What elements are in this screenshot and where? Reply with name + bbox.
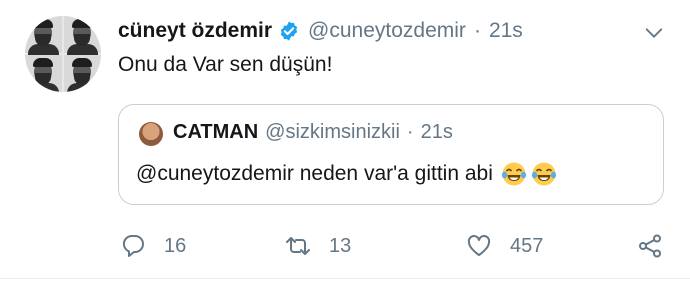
avatar-photo-quadrant xyxy=(64,16,101,56)
tweet[interactable]: cüneyt özdemir @cuneytozdemir · 21s Onu … xyxy=(0,0,690,282)
like-button[interactable]: 457 xyxy=(466,226,543,266)
quoted-author-avatar[interactable] xyxy=(139,122,163,146)
reply-count: 16 xyxy=(164,234,187,257)
retweet-button[interactable]: 13 xyxy=(285,226,351,266)
quoted-author-handle: @sizkimsinizkii xyxy=(265,121,400,143)
share-button[interactable] xyxy=(637,226,663,266)
quoted-tweet[interactable]: CATMAN @sizkimsinizkii · 21s @cuneytozde… xyxy=(118,104,664,205)
divider xyxy=(0,278,690,279)
like-count: 457 xyxy=(510,234,544,257)
avatar-photo-quadrant xyxy=(64,55,101,92)
quoted-tweet-text-row: @cuneytozdemir neden var'a gittin abi xyxy=(136,161,557,187)
author-handle[interactable]: @cuneytozdemir xyxy=(308,19,466,43)
retweet-count: 13 xyxy=(329,234,352,257)
quoted-tweet-header: CATMAN @sizkimsinizkii · 21s xyxy=(173,121,453,144)
author-avatar[interactable] xyxy=(25,16,101,92)
quoted-tweet-timestamp: 21s xyxy=(420,121,453,143)
tweet-header: cüneyt özdemir @cuneytozdemir · 21s xyxy=(118,16,523,46)
quoted-tweet-text: @cuneytozdemir neden var'a gittin abi xyxy=(136,162,493,185)
reply-icon xyxy=(122,235,144,257)
author-name[interactable]: cüneyt özdemir xyxy=(118,19,272,43)
chevron-down-icon[interactable] xyxy=(643,22,665,44)
quoted-time-separator: · xyxy=(406,121,414,143)
avatar-photo-quadrant xyxy=(25,16,62,56)
tweet-text: Onu da Var sen düşün! xyxy=(118,53,333,76)
avatar-photo-quadrant xyxy=(25,55,62,92)
tweet-timestamp[interactable]: 21s xyxy=(489,19,523,43)
heart-icon xyxy=(467,234,491,256)
time-separator: · xyxy=(473,19,481,42)
share-icon xyxy=(639,234,661,258)
quoted-author-name: CATMAN xyxy=(173,121,259,143)
reply-button[interactable]: 16 xyxy=(120,226,186,266)
retweet-icon xyxy=(286,237,310,255)
tears-of-joy-emoji-icon xyxy=(531,161,557,187)
tweet-actions: 16 13 457 xyxy=(0,226,690,266)
verified-badge-icon xyxy=(278,20,300,42)
tears-of-joy-emoji-icon xyxy=(501,161,527,187)
